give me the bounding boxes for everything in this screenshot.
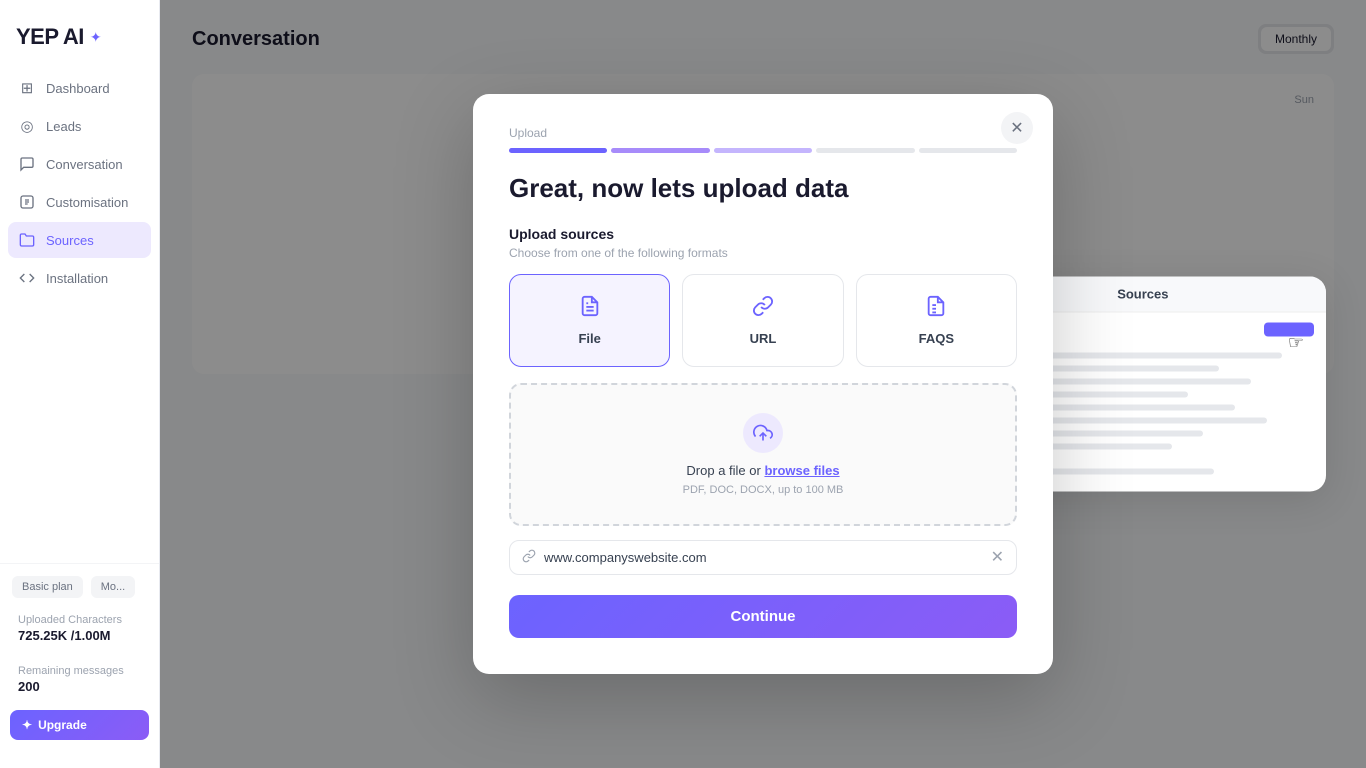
remaining-info: Remaining messages 200 <box>8 659 151 700</box>
section-sub: Choose from one of the following formats <box>509 246 1017 260</box>
customisation-icon <box>18 193 36 211</box>
sidebar-item-conversation[interactable]: Conversation <box>8 146 151 182</box>
upgrade-label: Upgrade <box>38 718 87 732</box>
url-label: URL <box>750 331 777 346</box>
close-button[interactable]: ✕ <box>1001 112 1033 144</box>
drop-hint: PDF, DOC, DOCX, up to 100 MB <box>683 484 844 496</box>
file-label: File <box>578 331 600 346</box>
dashboard-icon: ⊞ <box>18 79 36 97</box>
sidebar-label-dashboard: Dashboard <box>46 81 110 96</box>
progress-seg-4 <box>816 148 914 153</box>
progress-seg-2 <box>611 148 709 153</box>
sidebar-item-sources[interactable]: Sources <box>8 222 151 258</box>
leads-icon: ◎ <box>18 117 36 135</box>
upload-modal: ✕ Upload Great, now lets upload data Upl… <box>473 94 1053 674</box>
sidebar-bottom: Basic plan Mo... Uploaded Characters 725… <box>0 563 159 752</box>
installation-icon <box>18 269 36 287</box>
conversation-icon <box>18 155 36 173</box>
sidebar-item-customisation[interactable]: Customisation <box>8 184 151 220</box>
remaining-value: 200 <box>18 679 141 694</box>
uploaded-label: Uploaded Characters <box>18 614 141 626</box>
basic-plan-tab[interactable]: Basic plan <box>12 576 83 598</box>
progress-label: Upload <box>509 126 1017 140</box>
sidebar-label-conversation: Conversation <box>46 157 123 172</box>
remaining-label: Remaining messages <box>18 665 141 677</box>
logo: YEP AI ✦ <box>0 16 159 70</box>
progress-seg-5 <box>919 148 1017 153</box>
plan-info: Uploaded Characters 725.25K /1.00M <box>8 608 151 649</box>
sidebar: YEP AI ✦ ⊞ Dashboard ◎ Leads Conversatio… <box>0 0 160 768</box>
url-clear-button[interactable]: ✕ <box>991 550 1004 566</box>
continue-button[interactable]: Continue <box>509 595 1017 638</box>
logo-star: ✦ <box>90 29 102 46</box>
progress-seg-1 <box>509 148 607 153</box>
section-label: Upload sources <box>509 226 1017 242</box>
source-card-url[interactable]: URL <box>682 274 843 367</box>
progress-section: Upload <box>509 126 1017 153</box>
faqs-label: FAQS <box>919 331 954 346</box>
uploaded-value: 725.25K /1.00M <box>18 628 141 643</box>
progress-bar <box>509 148 1017 153</box>
url-input-row: www.companyswebsite.com ✕ <box>509 540 1017 575</box>
sidebar-nav: ⊞ Dashboard ◎ Leads Conversation Customi… <box>0 70 159 563</box>
preview-cursor-icon: ☞ <box>1288 333 1304 354</box>
app-name: YEP AI <box>16 24 84 50</box>
more-tab[interactable]: Mo... <box>91 576 135 598</box>
sidebar-item-dashboard[interactable]: ⊞ Dashboard <box>8 70 151 106</box>
sidebar-label-leads: Leads <box>46 119 81 134</box>
url-link-icon <box>522 549 536 566</box>
sidebar-item-leads[interactable]: ◎ Leads <box>8 108 151 144</box>
modal-title: Great, now lets upload data <box>509 173 1017 204</box>
main-content: Conversation Monthly Sun ✕ Upload <box>160 0 1366 768</box>
faqs-icon <box>925 295 947 323</box>
drop-text: Drop a file or browse files <box>686 463 839 478</box>
browse-link[interactable]: browse files <box>764 463 839 478</box>
source-card-faqs[interactable]: FAQS <box>856 274 1017 367</box>
sidebar-label-installation: Installation <box>46 271 108 286</box>
sources-icon <box>18 231 36 249</box>
url-icon <box>752 295 774 323</box>
drop-prefix: Drop a file or <box>686 463 764 478</box>
sidebar-label-customisation: Customisation <box>46 195 128 210</box>
upgrade-star-icon: ✦ <box>22 718 32 732</box>
url-value: www.companyswebsite.com <box>544 550 983 565</box>
source-options: File URL FAQS <box>509 274 1017 367</box>
sidebar-label-sources: Sources <box>46 233 94 248</box>
upload-icon <box>743 413 783 453</box>
modal-overlay: ✕ Upload Great, now lets upload data Upl… <box>160 0 1366 768</box>
file-icon <box>579 295 601 323</box>
drop-area[interactable]: Drop a file or browse files PDF, DOC, DO… <box>509 383 1017 526</box>
source-card-file[interactable]: File <box>509 274 670 367</box>
sidebar-item-installation[interactable]: Installation <box>8 260 151 296</box>
progress-seg-3 <box>714 148 812 153</box>
upgrade-button[interactable]: ✦ Upgrade <box>10 710 149 740</box>
